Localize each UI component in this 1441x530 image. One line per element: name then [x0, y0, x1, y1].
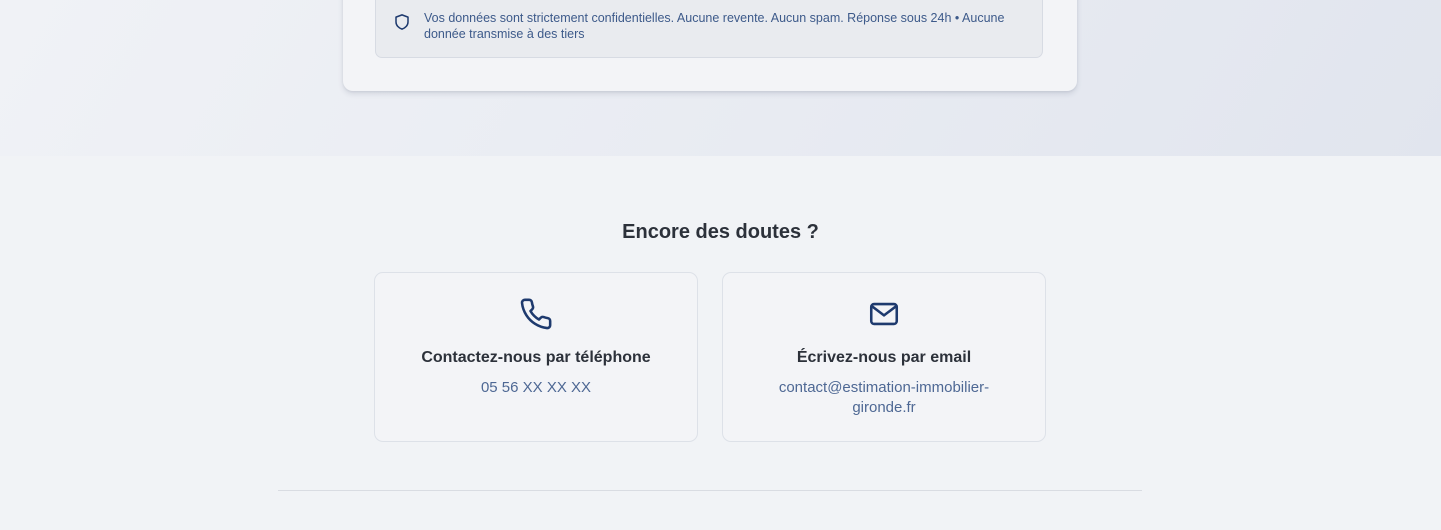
privacy-text: Vos données sont strictement confidentie…: [424, 11, 1005, 41]
phone-icon: [520, 298, 552, 330]
footer-divider: [278, 490, 1142, 491]
shield-icon: [395, 14, 409, 30]
email-contact-card[interactable]: Écrivez-nous par email contact@estimatio…: [722, 272, 1046, 442]
phone-contact-card[interactable]: Contactez-nous par téléphone 05 56 XX XX…: [374, 272, 698, 442]
section-title: Encore des doutes ?: [622, 221, 819, 243]
mail-icon: [869, 302, 899, 326]
phone-number-link[interactable]: 05 56 XX XX XX: [405, 378, 667, 398]
email-card-title: Écrivez-nous par email: [796, 349, 972, 366]
email-address-link[interactable]: contact@estimation-immobilier-gironde.fr: [753, 378, 1015, 418]
phone-card-title: Contactez-nous par téléphone: [421, 349, 651, 366]
